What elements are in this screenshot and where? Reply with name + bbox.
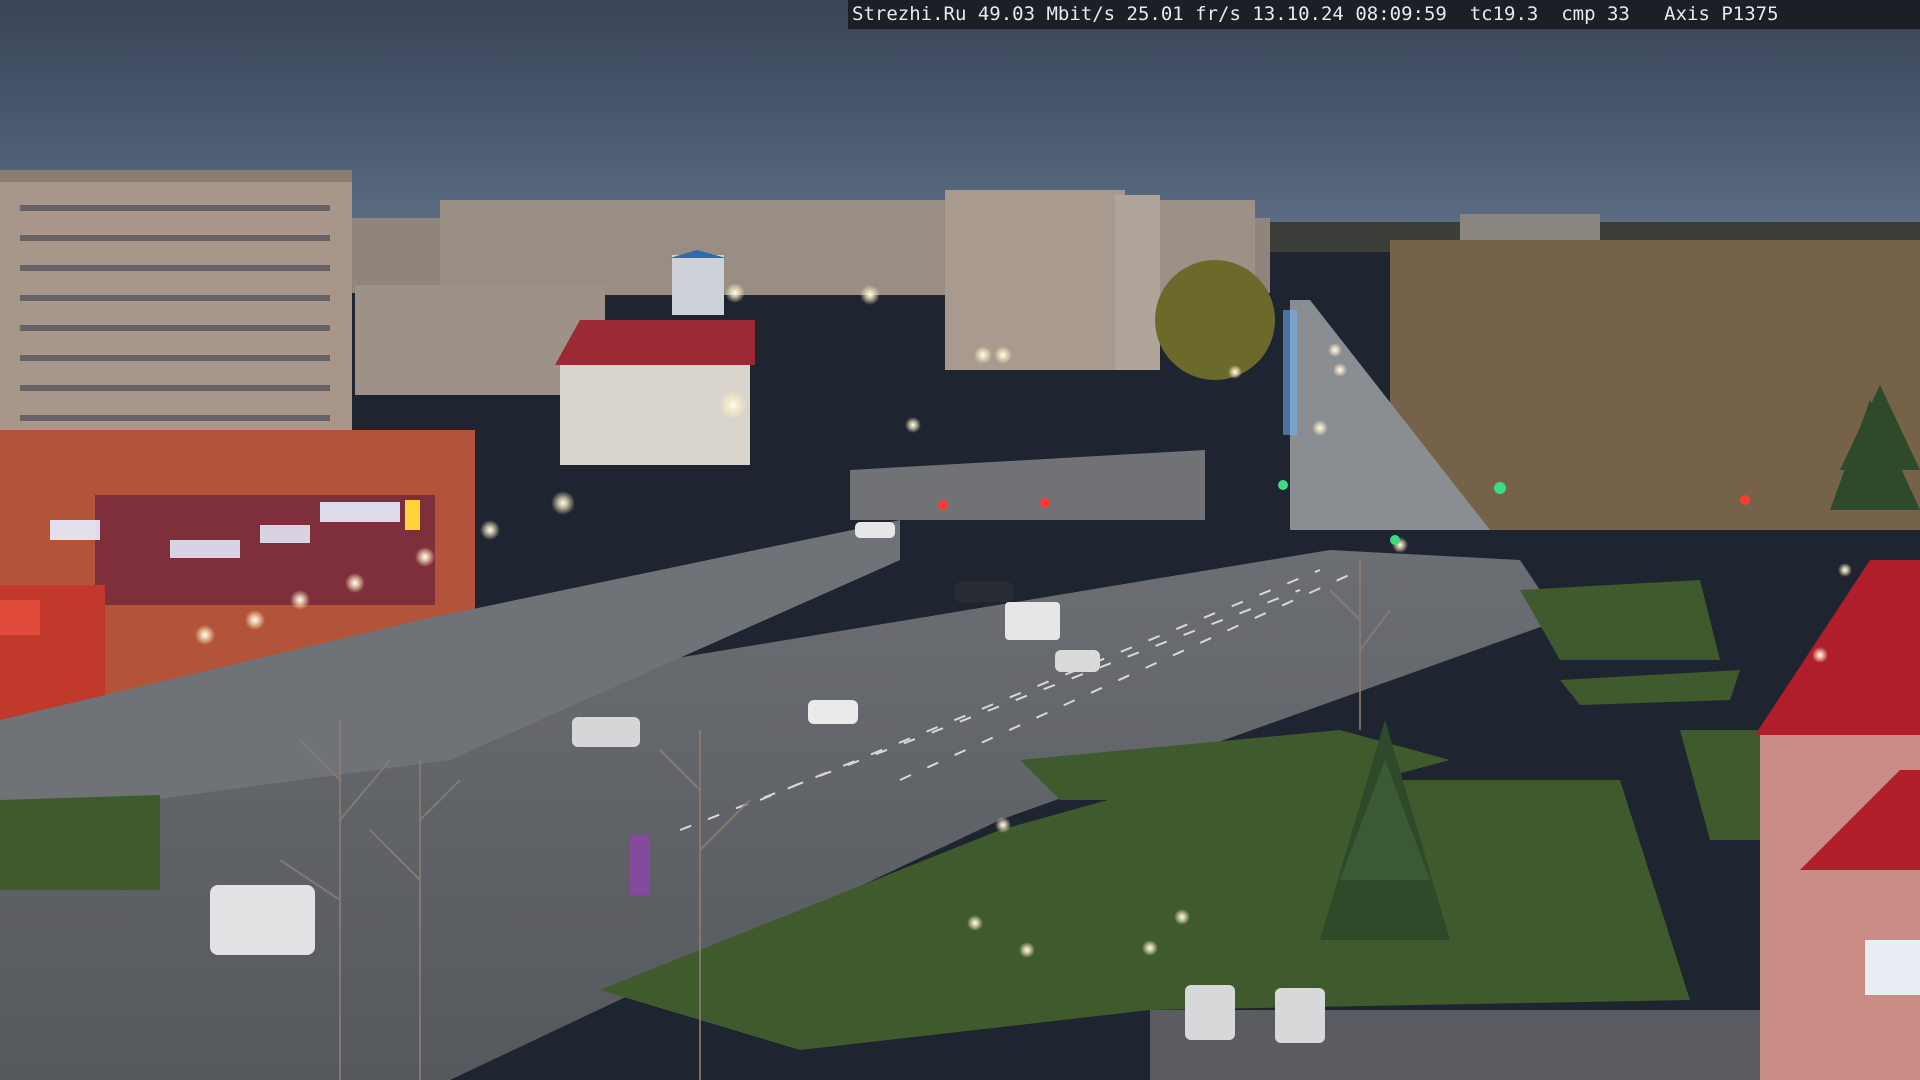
red-roof-building-right [1755,560,1920,1080]
webcam-frame: Strezhi.Ru 49.03 Mbit/s 25.01 fr/s 13.10… [0,0,1920,1080]
tree-cluster-left [1155,260,1275,380]
blue-roof-kiosk [672,255,724,315]
red-roof-building-center [555,320,755,465]
forest-right [1390,240,1920,530]
festive-lights-left [630,835,650,895]
camera-osd-overlay: Strezhi.Ru 49.03 Mbit/s 25.01 fr/s 13.10… [848,0,1920,29]
bottom-parking [1150,1010,1770,1080]
plaza-parking [850,450,1205,520]
city-scene-image [0,0,1920,1080]
festive-lights-boulevard [1283,310,1297,435]
